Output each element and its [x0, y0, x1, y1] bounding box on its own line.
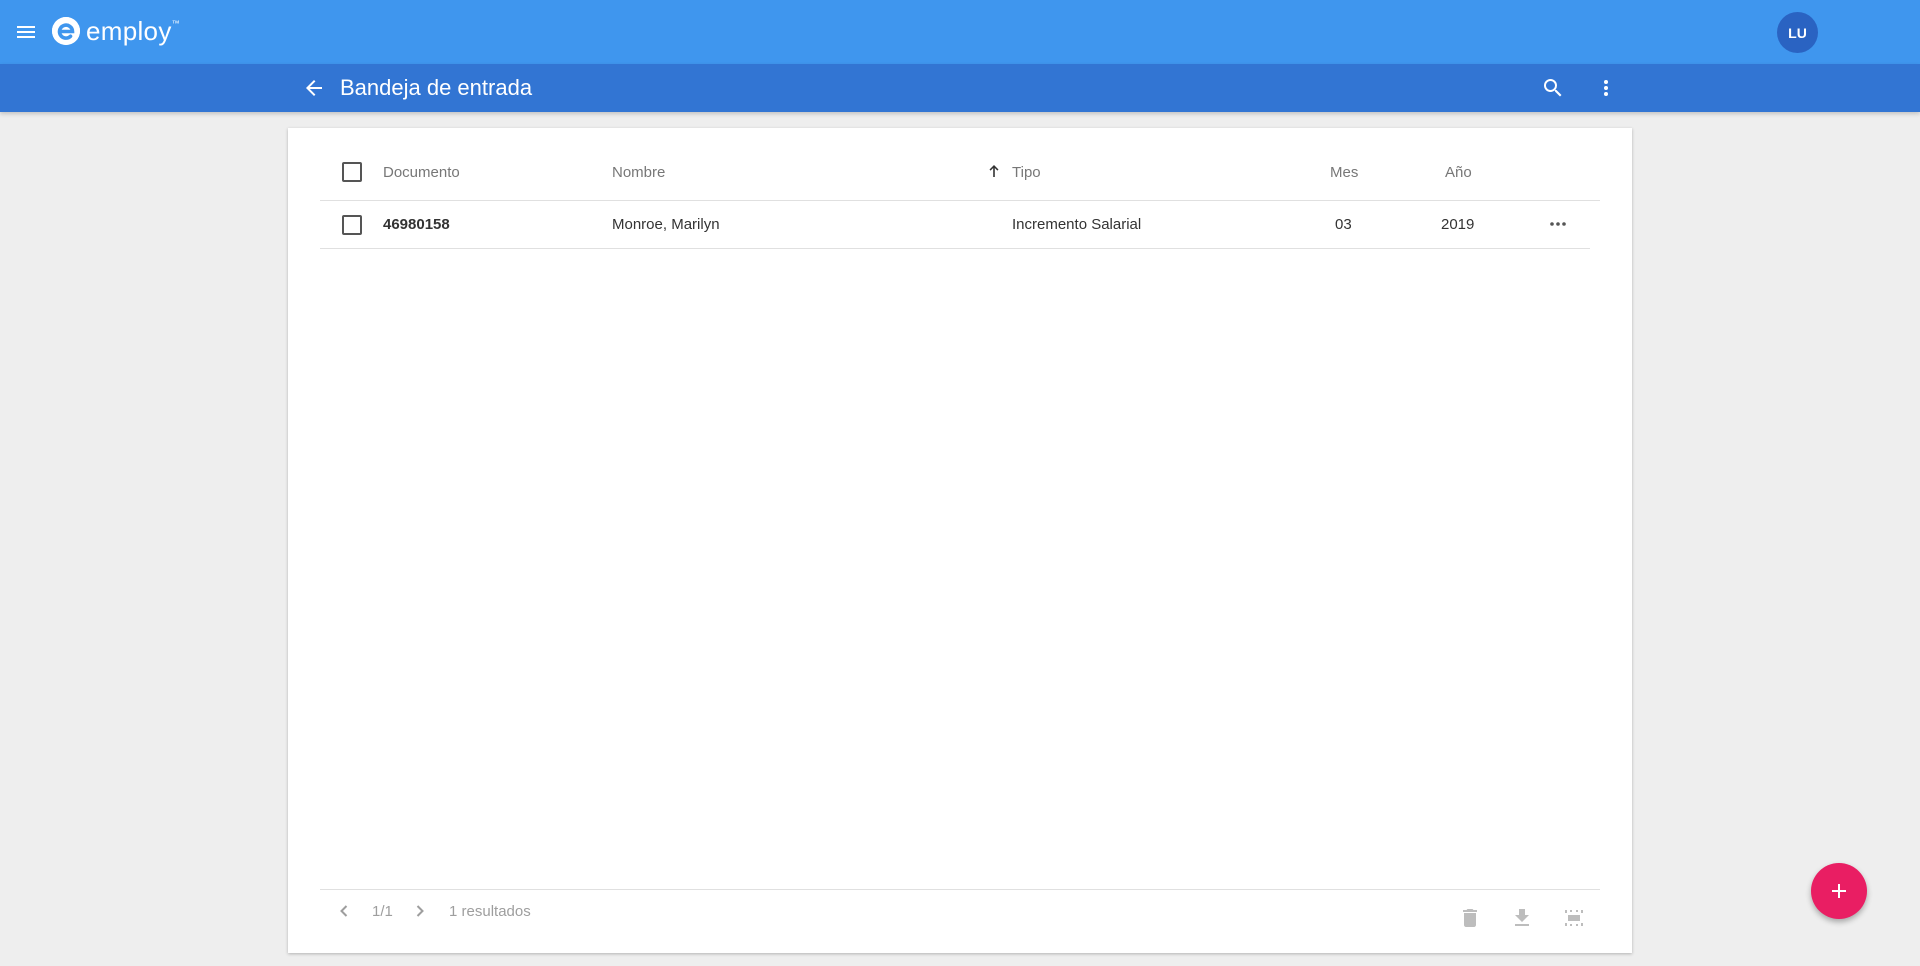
user-avatar[interactable]: LU	[1777, 12, 1818, 53]
add-document-button[interactable]	[1811, 863, 1867, 919]
more-vert-icon[interactable]	[1594, 76, 1618, 100]
search-icon[interactable]	[1541, 76, 1565, 100]
inbox-card: Documento Nombre Tipo Mes Año 46980158 M…	[288, 128, 1632, 953]
footer-divider	[320, 889, 1600, 890]
app-logo[interactable]: employ ™	[52, 13, 180, 49]
chevron-right-icon[interactable]	[410, 901, 430, 921]
arrow-back-icon[interactable]	[302, 76, 326, 100]
column-header-nombre[interactable]: Nombre	[612, 164, 665, 181]
app-header: employ ™ LU	[0, 0, 1920, 64]
table-row[interactable]: 46980158 Monroe, Marilyn Incremento Sala…	[320, 201, 1590, 248]
more-horiz-icon[interactable]	[1546, 212, 1570, 236]
pagination-page: 1/1	[372, 903, 393, 920]
cell-nombre: Monroe, Marilyn	[612, 216, 720, 233]
page-title: Bandeja de entrada	[340, 75, 533, 100]
trash-icon[interactable]	[1458, 906, 1482, 930]
logo-trademark: ™	[171, 19, 180, 28]
logo-text: employ	[86, 15, 172, 46]
logo-mark-icon	[52, 17, 80, 45]
chevron-left-icon[interactable]	[334, 901, 354, 921]
select-area-icon[interactable]	[1562, 906, 1586, 930]
plus-icon	[1832, 884, 1846, 898]
download-icon[interactable]	[1510, 906, 1534, 930]
select-all-checkbox[interactable]	[342, 162, 362, 182]
cell-tipo: Incremento Salarial	[1012, 216, 1142, 233]
page-toolbar: Bandeja de entrada	[0, 64, 1920, 112]
row-checkbox[interactable]	[342, 215, 362, 235]
row-divider	[320, 248, 1590, 249]
results-count: 1 resultados	[449, 903, 531, 920]
cell-mes: 03	[1335, 216, 1352, 233]
column-header-anio[interactable]: Año	[1445, 164, 1472, 181]
menu-icon[interactable]	[14, 20, 38, 44]
column-header-tipo[interactable]: Tipo	[1012, 164, 1041, 181]
cell-documento[interactable]: 46980158	[383, 216, 450, 233]
sort-arrow-up-icon[interactable]	[986, 163, 1002, 179]
column-header-documento[interactable]: Documento	[383, 164, 460, 181]
column-header-mes[interactable]: Mes	[1330, 164, 1358, 181]
cell-anio: 2019	[1441, 216, 1475, 233]
